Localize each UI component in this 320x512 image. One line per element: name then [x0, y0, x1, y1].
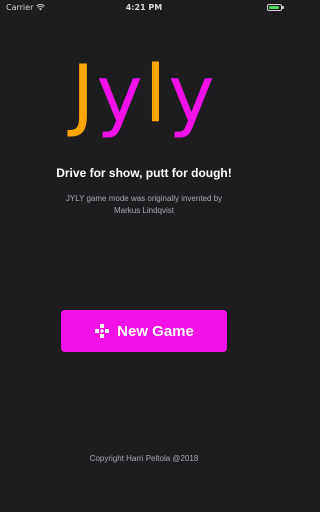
status-time: 4:21 PM	[125, 2, 163, 12]
app-logo: Jyly	[0, 50, 288, 140]
tagline: Drive for show, putt for dough!	[56, 166, 232, 180]
logo-letter-y2: y	[168, 50, 217, 140]
new-game-button[interactable]: New Game	[61, 310, 227, 352]
status-bar: Carrier 4:21 PM	[0, 0, 288, 14]
copyright-text: Copyright Harri Peltola @2018	[89, 454, 199, 463]
gamepad-icon	[95, 324, 110, 338]
logo-letter-l: l	[144, 50, 169, 140]
main-screen: Carrier 4:21 PM Jyly Drive for show, put…	[0, 0, 288, 512]
battery-icon	[267, 3, 284, 11]
wifi-icon	[36, 3, 46, 10]
status-left: Carrier	[6, 2, 46, 12]
logo-letter-y: y	[96, 50, 145, 140]
logo-letter-j: J	[71, 50, 97, 140]
credits-text: JYLY game mode was originally invented b…	[65, 194, 223, 215]
battery-level	[269, 5, 279, 9]
battery-tip	[282, 5, 284, 9]
carrier-label: Carrier	[6, 2, 34, 12]
new-game-label: New Game	[117, 322, 194, 340]
